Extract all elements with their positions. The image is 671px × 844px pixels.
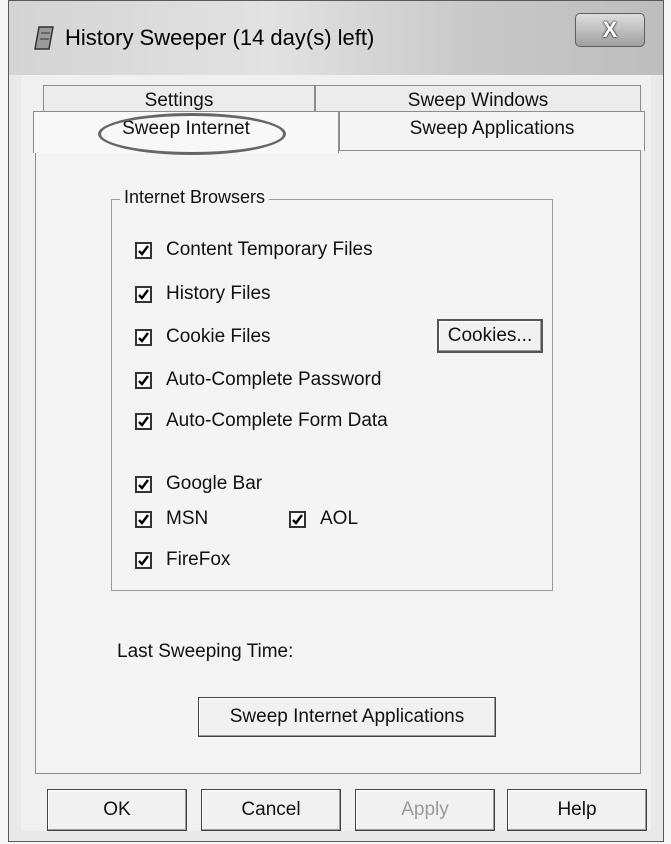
close-icon: X	[602, 17, 618, 42]
tab-label: Settings	[144, 90, 214, 111]
last-sweeping-time-label: Last Sweeping Time:	[117, 641, 294, 662]
checkbox-label: MSN	[166, 508, 209, 529]
sweep-internet-applications-button[interactable]: Sweep Internet Applications	[198, 697, 496, 737]
checkbox-cookie-files[interactable]: Cookie Files	[135, 326, 271, 348]
checkbox-content-temporary-files[interactable]: Content Temporary Files	[135, 239, 373, 261]
window-title: History Sweeper (14 day(s) left)	[65, 25, 375, 50]
checkbox-checked-icon[interactable]	[135, 285, 152, 303]
checkbox-history-files[interactable]: History Files	[135, 283, 271, 305]
checkbox-checked-icon[interactable]	[135, 510, 152, 528]
checkbox-checked-icon[interactable]	[135, 475, 152, 493]
checkbox-firefox[interactable]: FireFox	[135, 549, 230, 571]
title-bar[interactable]: History Sweeper (14 day(s) left) X	[9, 1, 663, 75]
checkbox-label: Auto-Complete Password	[166, 369, 382, 390]
checkbox-label: Cookie Files	[166, 326, 271, 347]
checkbox-checked-icon[interactable]	[135, 241, 152, 259]
checkbox-label: FireFox	[166, 549, 231, 570]
checkbox-aol[interactable]: AOL	[289, 508, 358, 530]
help-button[interactable]: Help	[507, 789, 647, 831]
cancel-button[interactable]: Cancel	[201, 789, 341, 831]
highlight-ellipse	[98, 113, 286, 155]
cookies-button[interactable]: Cookies...	[437, 319, 543, 353]
checkbox-checked-icon[interactable]	[135, 371, 152, 389]
history-sweeper-window: History Sweeper (14 day(s) left) X Setti…	[8, 0, 664, 842]
checkbox-checked-icon[interactable]	[135, 551, 152, 569]
checkbox-checked-icon[interactable]	[289, 510, 306, 528]
ok-button[interactable]: OK	[47, 789, 187, 831]
tab-label: Sweep Windows	[407, 90, 549, 111]
checkbox-label: History Files	[166, 283, 271, 304]
apply-button: Apply	[355, 789, 495, 831]
group-title: Internet Browsers	[120, 187, 270, 208]
checkbox-label: Auto-Complete Form Data	[166, 410, 388, 431]
close-button[interactable]: X	[575, 13, 645, 47]
checkbox-auto-complete-password[interactable]: Auto-Complete Password	[135, 369, 381, 391]
dialog-body: Settings Sweep Windows Sweep Internet Sw…	[21, 75, 651, 831]
checkbox-auto-complete-form-data[interactable]: Auto-Complete Form Data	[135, 410, 388, 432]
checkbox-checked-icon[interactable]	[135, 412, 152, 430]
tab-label: Sweep Applications	[409, 118, 575, 139]
checkbox-google-bar[interactable]: Google Bar	[135, 473, 262, 495]
checkbox-msn[interactable]: MSN	[135, 508, 208, 530]
app-icon	[34, 26, 54, 50]
checkbox-checked-icon[interactable]	[135, 328, 152, 346]
checkbox-label: Google Bar	[166, 473, 263, 494]
checkbox-label: AOL	[320, 508, 359, 529]
checkbox-label: Content Temporary Files	[166, 239, 373, 260]
tab-sweep-applications[interactable]: Sweep Applications	[339, 111, 645, 151]
